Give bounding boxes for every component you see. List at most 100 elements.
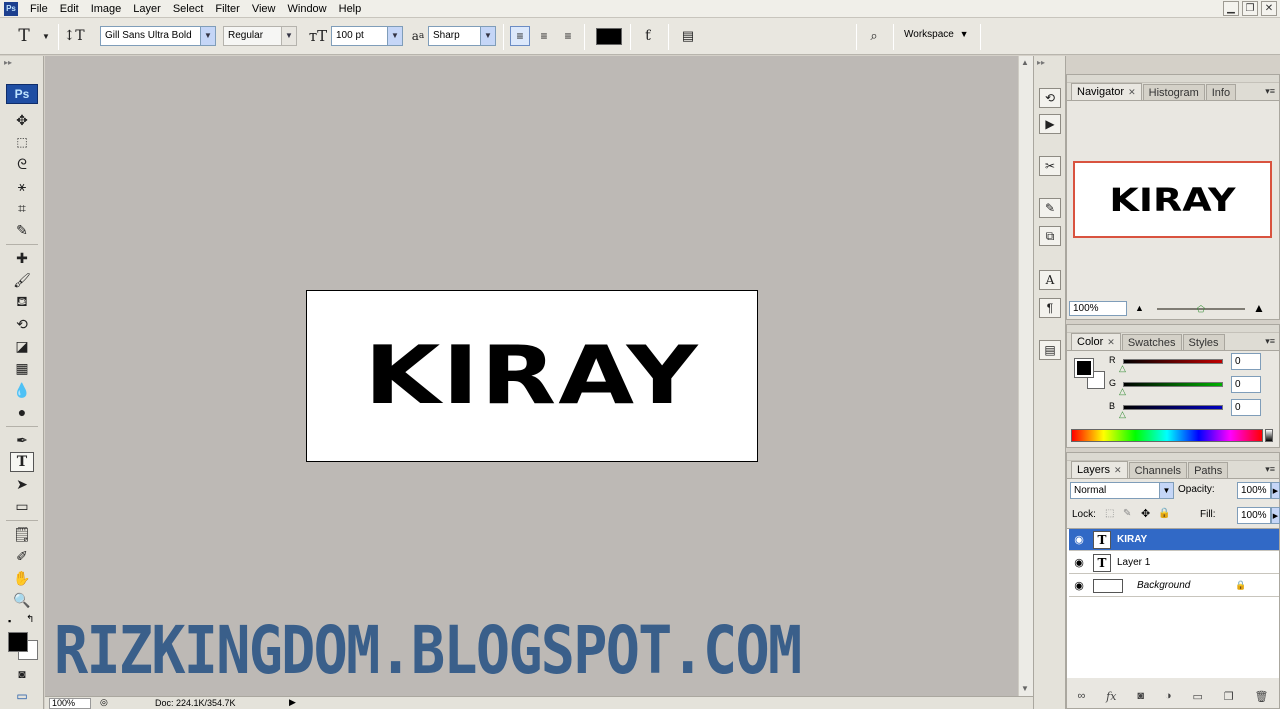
zoom-slider-thumb[interactable]: ⬠ <box>1197 304 1205 315</box>
hand-tool-icon[interactable]: ✋ <box>10 568 34 588</box>
eraser-tool-icon[interactable]: ◪ <box>10 336 34 356</box>
warp-text-icon[interactable]: ƭ <box>638 26 658 46</box>
tab-color[interactable]: Color ✕ <box>1071 333 1121 350</box>
document-canvas[interactable]: KIRAY <box>306 290 758 462</box>
panel-menu-icon[interactable]: ▾≡ <box>1265 86 1275 97</box>
tab-histogram[interactable]: Histogram <box>1142 84 1205 100</box>
clone-stamp-tool-icon[interactable]: ⛾ <box>10 292 34 312</box>
dodge-tool-icon[interactable]: ● <box>10 402 34 422</box>
history-brush-tool-icon[interactable]: ⟲ <box>10 314 34 334</box>
status-icon[interactable]: ◎ <box>100 697 108 708</box>
swap-colors-icon[interactable]: ↰ <box>26 614 34 625</box>
lasso-tool-icon[interactable]: ᘓ <box>10 154 34 174</box>
bw-ramp[interactable] <box>1265 429 1273 442</box>
blur-tool-icon[interactable]: 💧 <box>10 380 34 400</box>
align-left-icon[interactable]: ≡ <box>510 26 530 46</box>
opacity-field[interactable]: 100% <box>1237 482 1271 499</box>
font-size-select[interactable]: 100 pt ▼ <box>331 26 403 46</box>
tab-styles[interactable]: Styles <box>1182 334 1225 350</box>
menu-edit[interactable]: Edit <box>54 0 85 18</box>
lock-transparency-icon[interactable]: ⬚ <box>1105 508 1114 519</box>
type-tool-preset-icon[interactable]: T <box>14 26 34 46</box>
layer-row-background[interactable]: ◉ Background 🔒 <box>1069 575 1279 597</box>
close-button[interactable]: ✕ <box>1261 1 1277 16</box>
move-tool-icon[interactable]: ✥ <box>10 110 34 130</box>
tab-swatches[interactable]: Swatches <box>1121 334 1182 350</box>
tool-presets-icon[interactable]: ✂ <box>1039 156 1061 176</box>
panel-menu-icon[interactable]: ▾≡ <box>1265 464 1275 475</box>
channel-value-field[interactable]: 0 <box>1231 399 1261 416</box>
eye-icon[interactable]: ◉ <box>1069 579 1089 592</box>
gradient-tool-icon[interactable]: ▦ <box>10 358 34 378</box>
type-tool-icon[interactable]: T <box>10 452 34 472</box>
channel-slider-track[interactable] <box>1123 359 1223 364</box>
eyedropper-tool-icon[interactable]: ✐ <box>10 546 34 566</box>
channel-value-field[interactable]: 0 <box>1231 376 1261 393</box>
tab-layers[interactable]: Layers ✕ <box>1071 461 1128 478</box>
collapse-icon[interactable]: ▸▸ <box>4 58 12 67</box>
ps-logo[interactable]: Ps <box>6 84 38 104</box>
layer-row-kiray[interactable]: ◉ T KIRAY <box>1069 529 1279 551</box>
collapse-icon[interactable]: ▸▸ <box>1037 58 1045 67</box>
shape-tool-icon[interactable]: ▭ <box>10 496 34 516</box>
preset-dropdown-arrow-icon[interactable]: ▼ <box>36 26 56 46</box>
minimize-button[interactable]: ▁ <box>1223 1 1239 16</box>
default-colors-icon[interactable]: ▪ <box>8 616 11 626</box>
actions-icon[interactable]: ▶ <box>1039 114 1061 134</box>
channel-value-field[interactable]: 0 <box>1231 353 1261 370</box>
layer-style-icon[interactable]: fx <box>1106 690 1116 703</box>
notes-tool-icon[interactable]: 🗒 <box>10 524 34 544</box>
foreground-color-swatch[interactable] <box>8 632 28 652</box>
link-layers-icon[interactable]: ∞ <box>1077 690 1085 702</box>
lock-position-icon[interactable]: ✥ <box>1141 507 1150 520</box>
layer-comps-icon[interactable]: ▤ <box>1039 340 1061 360</box>
menu-filter[interactable]: Filter <box>209 0 245 18</box>
slice-tool-icon[interactable]: ✎ <box>10 220 34 240</box>
quick-mask-icon[interactable]: ◙ <box>10 664 34 684</box>
align-right-icon[interactable]: ≡ <box>558 26 578 46</box>
menu-view[interactable]: View <box>246 0 282 18</box>
magic-wand-tool-icon[interactable]: ⚹ <box>10 176 34 196</box>
color-spectrum-bar[interactable] <box>1071 429 1263 442</box>
text-color-swatch[interactable] <box>596 28 622 45</box>
opacity-arrow-icon[interactable]: ▶ <box>1271 482 1280 499</box>
brush-tool-icon[interactable]: 🖌 <box>10 270 34 290</box>
adjustment-layer-icon[interactable]: ◑ <box>1165 690 1172 702</box>
menu-window[interactable]: Window <box>282 0 333 18</box>
vertical-scrollbar[interactable]: ▲ ▼ <box>1018 56 1033 696</box>
channel-slider-thumb[interactable]: △ <box>1119 409 1126 420</box>
menu-file[interactable]: File <box>24 0 54 18</box>
fg-color-chip[interactable] <box>1074 358 1094 378</box>
navigator-preview[interactable]: KIRAY <box>1073 161 1272 238</box>
navigator-zoom-field[interactable]: 100% <box>1069 301 1127 316</box>
paragraph-icon[interactable]: ¶ <box>1039 298 1061 318</box>
layer-mask-icon[interactable]: ◙ <box>1137 690 1144 702</box>
delete-layer-icon[interactable]: 🗑 <box>1255 690 1269 703</box>
menu-layer[interactable]: Layer <box>127 0 167 18</box>
healing-brush-tool-icon[interactable]: ✚ <box>10 248 34 268</box>
tab-paths[interactable]: Paths <box>1188 462 1229 478</box>
channel-slider-track[interactable] <box>1123 382 1223 387</box>
clone-source-icon[interactable]: ⧉ <box>1039 226 1061 246</box>
character-icon[interactable]: A <box>1039 270 1061 290</box>
scroll-down-icon[interactable]: ▼ <box>1021 684 1029 693</box>
font-family-select[interactable]: Gill Sans Ultra Bold ▼ <box>100 26 216 46</box>
tab-navigator[interactable]: Navigator ✕ <box>1071 83 1142 100</box>
menu-image[interactable]: Image <box>85 0 128 18</box>
fill-field[interactable]: 100% <box>1237 507 1271 524</box>
zoom-field[interactable]: 100% <box>49 698 91 709</box>
align-center-icon[interactable]: ≡ <box>534 26 554 46</box>
zoom-out-icon[interactable]: ▲ <box>1135 303 1144 313</box>
pen-tool-icon[interactable]: ✒ <box>10 430 34 450</box>
menu-select[interactable]: Select <box>167 0 210 18</box>
marquee-tool-icon[interactable]: ⬚ <box>10 132 34 152</box>
tab-channels[interactable]: Channels <box>1128 462 1188 478</box>
layer-row-layer-1[interactable]: ◉ T Layer 1 <box>1069 552 1279 574</box>
crop-tool-icon[interactable]: ⌗ <box>10 198 34 218</box>
history-icon[interactable]: ⟲ <box>1039 88 1061 108</box>
fill-arrow-icon[interactable]: ▶ <box>1271 507 1280 524</box>
restore-button[interactable]: ❐ <box>1242 1 1258 16</box>
status-menu-arrow-icon[interactable]: ▶ <box>289 697 296 708</box>
font-style-select[interactable]: Regular ▼ <box>223 26 297 46</box>
new-layer-icon[interactable]: ❐ <box>1224 690 1234 703</box>
